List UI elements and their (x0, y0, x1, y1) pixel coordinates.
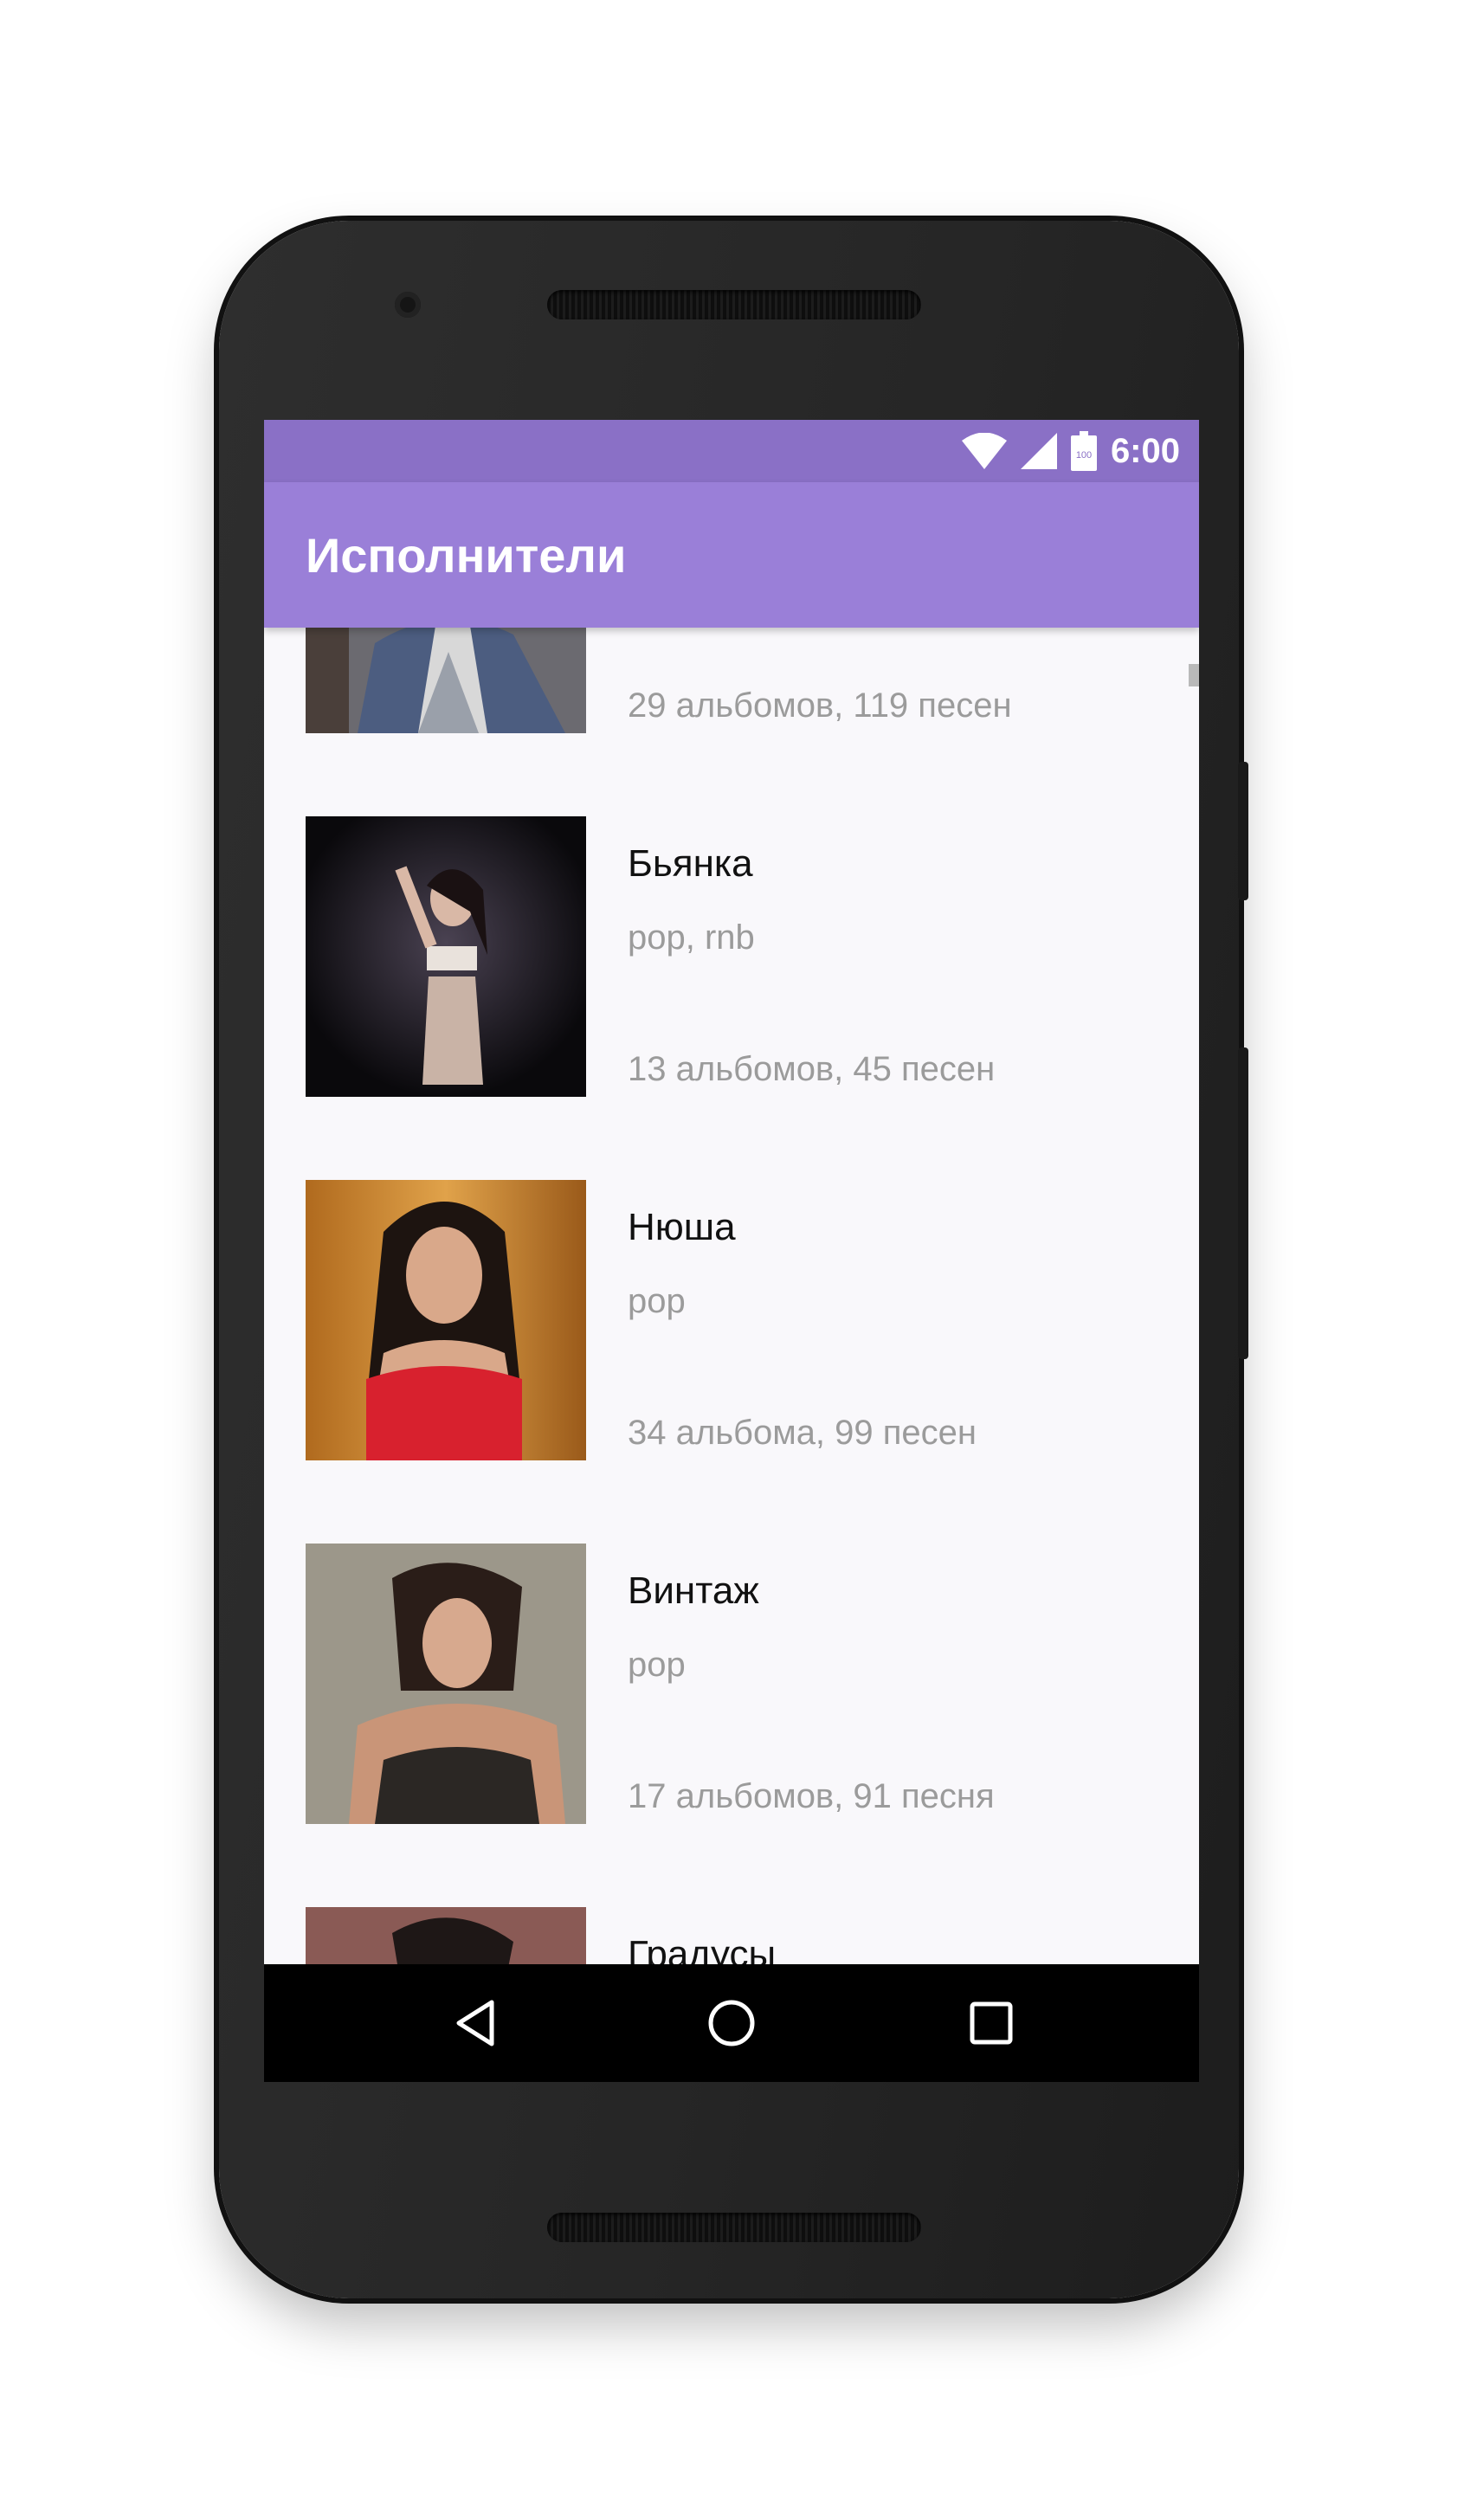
home-icon[interactable] (706, 1997, 758, 2049)
status-bar: 100 6:00 (264, 420, 1199, 482)
artist-photo (306, 816, 586, 1097)
artist-genre: pop, rnb (628, 918, 755, 957)
artist-stats: 13 альбомов, 45 песен (628, 1050, 996, 1088)
front-camera (395, 292, 421, 318)
screen: 100 6:00 Исполнители 29 альбомов, 119 пе… (264, 420, 1199, 2082)
scrollbar[interactable] (1189, 664, 1199, 686)
battery-icon: 100 (1070, 431, 1097, 471)
power-button (1238, 762, 1248, 900)
artist-list[interactable]: 29 альбомов, 119 песен Бьянка pop, rnb 1… (264, 628, 1199, 1964)
cell-signal-icon (1020, 433, 1057, 469)
artist-photo (306, 1907, 586, 1964)
app-bar: Исполнители (264, 482, 1199, 628)
list-item[interactable]: Градусы (264, 1866, 1199, 1964)
artist-genre: pop (628, 1282, 686, 1320)
artist-stats: 29 альбомов, 119 песен (628, 686, 1012, 725)
artist-stats: 34 альбома, 99 песен (628, 1414, 977, 1452)
status-time: 6:00 (1110, 431, 1180, 470)
bottom-speaker (547, 2213, 921, 2242)
artist-name: Бьянка (628, 842, 753, 885)
artist-photo (306, 628, 586, 733)
status-icons: 100 6:00 (961, 429, 1180, 474)
list-item[interactable]: Винтаж pop 17 альбомов, 91 песня (264, 1502, 1199, 1867)
artist-name: Градусы (628, 1933, 777, 1964)
top-speaker (547, 290, 921, 319)
navigation-bar (264, 1964, 1199, 2082)
artist-name: Нюша (628, 1206, 736, 1248)
volume-button (1238, 1047, 1248, 1359)
list-item[interactable]: Нюша pop 34 альбома, 99 песен (264, 1138, 1199, 1504)
artist-genre: pop (628, 1646, 686, 1684)
wifi-icon (961, 433, 1007, 469)
page-title: Исполнители (306, 528, 627, 583)
artist-photo (306, 1544, 586, 1824)
list-item[interactable]: 29 альбомов, 119 песен (264, 628, 1199, 777)
back-icon[interactable] (450, 1997, 502, 2049)
recents-icon[interactable] (965, 1997, 1017, 2049)
artist-photo (306, 1180, 586, 1460)
artist-stats: 17 альбомов, 91 песня (628, 1777, 995, 1815)
battery-level: 100 (1076, 450, 1092, 461)
list-item[interactable]: Бьянка pop, rnb 13 альбомов, 45 песен (264, 775, 1199, 1140)
artist-name: Винтаж (628, 1569, 759, 1612)
